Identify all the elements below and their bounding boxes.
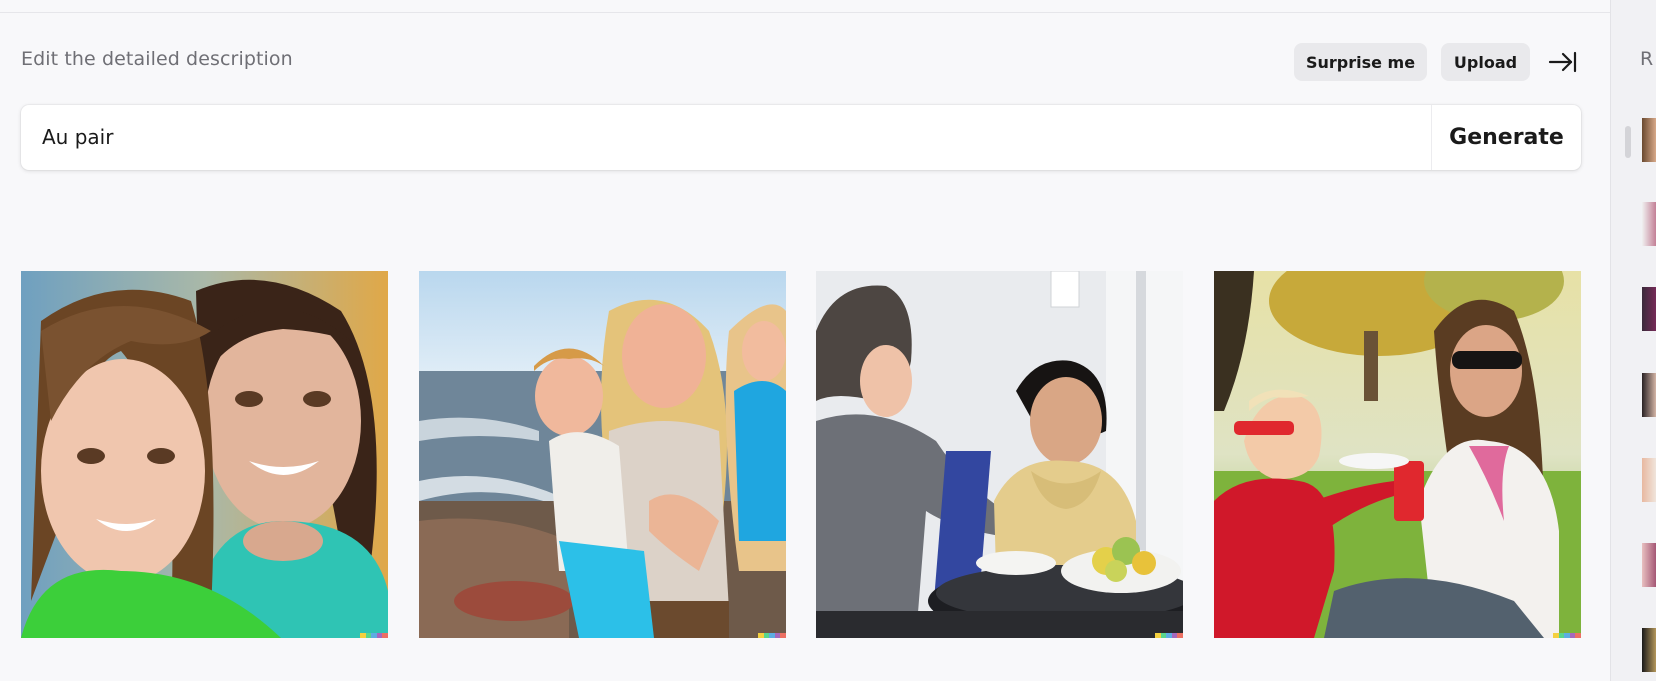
result-image-1[interactable] [21, 271, 388, 638]
prompt-input[interactable]: Au pair [42, 105, 113, 170]
generate-button[interactable]: Generate [1432, 105, 1581, 170]
result-image-4[interactable] [1214, 271, 1581, 638]
history-thumbnail[interactable] [1642, 287, 1656, 331]
upload-button[interactable]: Upload [1441, 43, 1530, 81]
surprise-me-button[interactable]: Surprise me [1294, 43, 1427, 81]
result-image-3[interactable] [816, 271, 1183, 638]
result-image-2[interactable] [419, 271, 786, 638]
prompt-bar: Au pair Generate [21, 105, 1581, 170]
history-thumbnail[interactable] [1642, 118, 1656, 162]
signature-mark [758, 633, 786, 638]
history-thumbnail[interactable] [1642, 202, 1656, 246]
history-thumbnail[interactable] [1642, 373, 1656, 417]
history-thumbnail[interactable] [1642, 543, 1656, 587]
editor-panel: Edit the detailed description Surprise m… [0, 0, 1610, 681]
sidebar-title: R [1640, 48, 1654, 70]
history-sidebar: R [1610, 0, 1656, 681]
signature-mark [360, 633, 388, 638]
history-thumbnail[interactable] [1642, 628, 1656, 672]
history-thumbnail[interactable] [1642, 458, 1656, 502]
sidebar-scrollbar[interactable] [1625, 126, 1631, 158]
signature-mark [1155, 633, 1183, 638]
collapse-sidebar-icon[interactable] [1548, 50, 1578, 74]
signature-mark [1553, 633, 1581, 638]
description-hint: Edit the detailed description [21, 48, 293, 70]
